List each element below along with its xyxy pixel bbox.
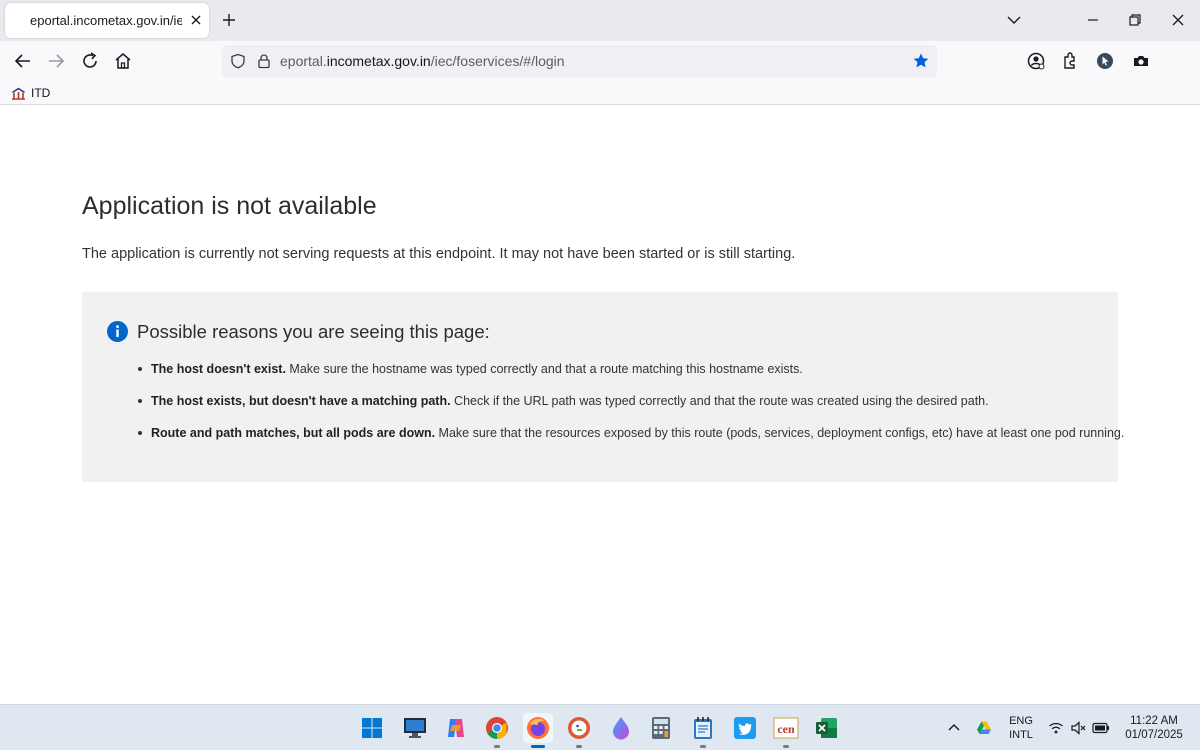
restore-icon[interactable] (1126, 11, 1144, 29)
url-bar[interactable]: eportal.incometax.gov.in/iec/foservices/… (222, 45, 937, 77)
start-button[interactable] (357, 713, 387, 743)
clock[interactable]: 11:22 AM 01/07/2025 (1118, 714, 1190, 742)
cursor-extension-icon[interactable] (1095, 51, 1115, 71)
twitter-icon (734, 717, 756, 739)
reason-bold: The host doesn't exist. (151, 362, 286, 376)
svg-text:cen: cen (777, 722, 795, 736)
forward-arrow-icon[interactable] (46, 51, 66, 71)
bookmark-label: ITD (31, 86, 51, 100)
itd-logo-icon (12, 87, 25, 100)
running-indicator (700, 745, 706, 748)
navigation-toolbar: eportal.incometax.gov.in/iec/foservices/… (0, 41, 1200, 81)
bullet (138, 366, 142, 371)
url-text[interactable]: eportal.incometax.gov.in/iec/foservices/… (280, 53, 565, 69)
reason-bold: The host exists, but doesn't have a matc… (151, 394, 451, 408)
url-prefix: eportal. (280, 53, 327, 69)
url-path: /iec/foservices/#/login (430, 53, 565, 69)
reasons-panel: Possible reasons you are seeing this pag… (82, 292, 1124, 482)
taskbar-app-notepad[interactable] (688, 713, 718, 748)
page-description: The application is currently not serving… (82, 246, 796, 262)
bullet (138, 430, 142, 435)
bookmarks-toolbar: ITD (0, 81, 1200, 105)
close-icon[interactable] (187, 11, 205, 29)
battery-icon[interactable] (1092, 721, 1110, 735)
tab-strip: eportal.incometax.gov.in/iec/foservices/… (0, 0, 1200, 41)
info-icon (107, 321, 128, 342)
running-indicator (576, 745, 582, 748)
speaker-muted-icon[interactable] (1070, 720, 1086, 736)
reason-text: Check if the URL path was typed correctl… (450, 394, 989, 408)
chevron-up-icon[interactable] (947, 721, 961, 735)
shield-icon[interactable] (230, 53, 246, 69)
account-icon[interactable] (1026, 51, 1046, 71)
url-domain: incometax.gov.in (326, 53, 431, 69)
taskbar-app-excel[interactable] (812, 713, 842, 743)
page-title: Application is not available (82, 192, 377, 220)
extensions-icon[interactable] (1060, 51, 1080, 71)
minimize-icon[interactable] (1084, 11, 1102, 29)
taskbar-app-drop[interactable] (606, 713, 636, 743)
excel-icon (816, 718, 837, 738)
bullet (138, 398, 142, 403)
desktop-icon (404, 718, 426, 738)
chevron-down-icon[interactable] (1005, 11, 1023, 29)
taskbar: cen ENG INTL 11:22 AM 01/07/2025 (0, 704, 1200, 750)
taskbar-app-copilot[interactable] (441, 713, 471, 743)
reason-text: Make sure that the resources exposed by … (435, 426, 1125, 440)
back-arrow-icon[interactable] (13, 51, 33, 71)
language-indicator[interactable]: ENG INTL (1007, 714, 1035, 742)
taskbar-app-twitter[interactable] (730, 713, 760, 743)
reload-icon[interactable] (80, 51, 100, 71)
running-indicator (783, 745, 789, 748)
taskbar-app-firefox[interactable] (523, 713, 553, 748)
taskbar-app-chrome[interactable] (482, 713, 512, 748)
reason-bold: Route and path matches, but all pods are… (151, 426, 436, 440)
wifi-icon[interactable] (1048, 720, 1064, 736)
plus-icon[interactable] (220, 11, 238, 29)
copilot-icon (448, 719, 464, 737)
tab-title: eportal.incometax.gov.in/iec/foservices/… (30, 13, 182, 28)
taskbar-app-cen[interactable]: cen (771, 713, 801, 748)
lock-icon[interactable] (256, 53, 272, 69)
language-line1: ENG (1009, 715, 1033, 727)
chrome-icon (486, 717, 508, 739)
drop-icon (613, 717, 629, 740)
page-content: Application is not available The applica… (0, 106, 1200, 704)
taskbar-app-calculator[interactable] (646, 713, 676, 743)
clock-date: 01/07/2025 (1125, 729, 1183, 741)
bookmark-itd[interactable]: ITD (11, 85, 50, 101)
taskbar-app-duckduckgo[interactable] (564, 713, 594, 748)
reason-text: Make sure the hostname was typed correct… (285, 362, 803, 376)
camera-icon[interactable] (1131, 51, 1151, 71)
reasons-title: Possible reasons you are seeing this pag… (137, 321, 490, 342)
start-icon (362, 718, 382, 738)
notepad-icon (694, 717, 712, 739)
google-drive-icon[interactable] (976, 720, 992, 736)
reason-item: Route and path matches, but all pods are… (138, 426, 1124, 440)
cen-app-icon: cen (773, 717, 799, 739)
firefox-icon (527, 717, 549, 739)
running-indicator (494, 745, 500, 748)
taskbar-app-desktop[interactable] (400, 713, 430, 743)
active-tab[interactable]: eportal.incometax.gov.in/iec/foservices/… (5, 3, 209, 38)
calculator-icon (652, 717, 670, 739)
clock-time: 11:22 AM (1130, 715, 1178, 727)
close-window-icon[interactable] (1169, 11, 1187, 29)
bookmark-star-icon[interactable] (912, 52, 930, 70)
running-indicator (531, 745, 545, 748)
duckduckgo-icon (568, 717, 590, 739)
language-line2: INTL (1009, 729, 1033, 741)
home-icon[interactable] (113, 51, 133, 71)
reason-item: The host doesn't exist. Make sure the ho… (138, 362, 803, 376)
reason-item: The host exists, but doesn't have a matc… (138, 394, 989, 408)
